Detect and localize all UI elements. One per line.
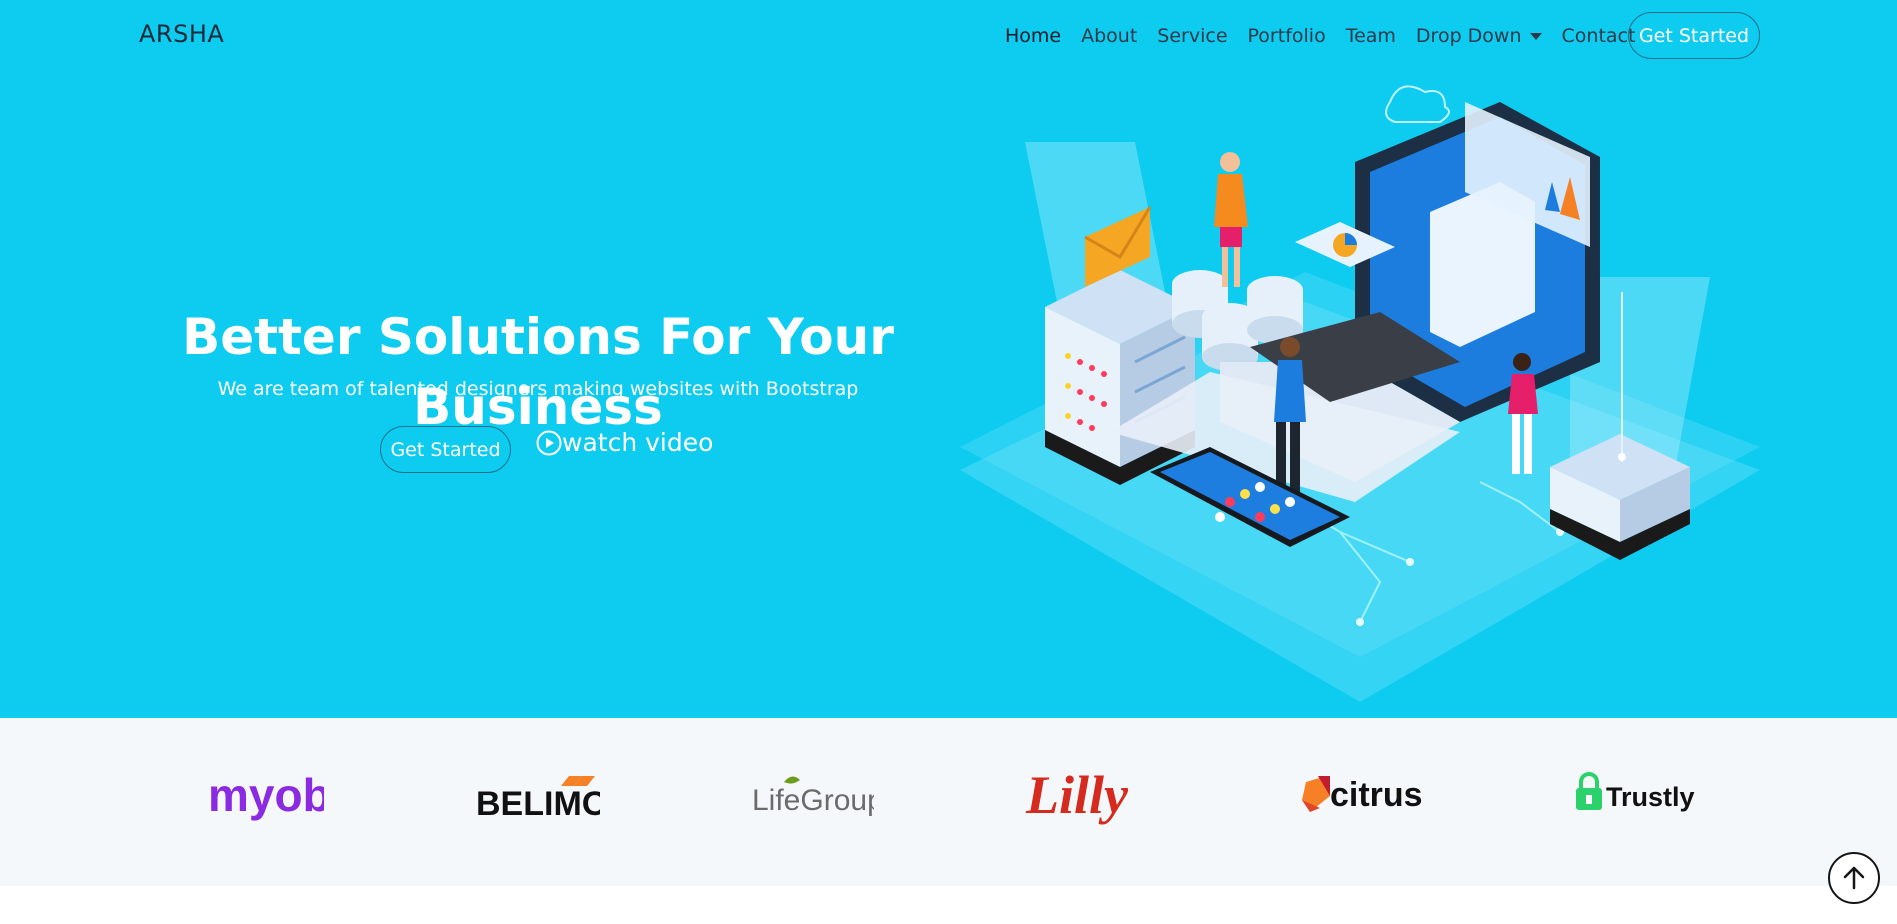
svg-text:Lilly: Lilly — [1025, 765, 1129, 825]
header-get-started-button[interactable]: Get Started — [1628, 12, 1760, 59]
nav-dropdown[interactable]: Drop Down — [1416, 25, 1542, 47]
client-logo-belimo: BELIMO — [474, 758, 600, 838]
watch-video-link[interactable]: watch video — [536, 428, 713, 457]
client-logo-myob: myob — [206, 758, 324, 838]
nav-home[interactable]: Home — [1005, 25, 1061, 47]
hero-get-started-button[interactable]: Get Started — [380, 426, 511, 473]
client-logo-citrus: citrus — [1300, 758, 1424, 838]
svg-text:citrus: citrus — [1330, 776, 1423, 814]
hero-section: ARSHA Home About Service Portfolio Team … — [0, 0, 1897, 718]
hero-illustration — [960, 85, 1760, 702]
svg-text:myob: myob — [208, 769, 324, 821]
nav-dropdown-label: Drop Down — [1415, 25, 1522, 47]
watch-video-label: watch video — [562, 428, 714, 457]
svg-text:BELIMO: BELIMO — [476, 785, 600, 823]
clients-section: myob BELIMO LifeGroups Lilly citrus — [0, 718, 1897, 886]
caret-down-icon — [1529, 32, 1542, 40]
client-logo-lifegroups: LifeGroups — [750, 758, 874, 838]
client-logo-lilly: Lilly — [1022, 758, 1150, 838]
svg-text:Trustly: Trustly — [1606, 782, 1695, 812]
play-circle-icon — [536, 430, 562, 455]
nav-contact[interactable]: Contact — [1562, 25, 1636, 47]
nav-portfolio[interactable]: Portfolio — [1248, 25, 1326, 47]
brand-logo[interactable]: ARSHA — [139, 20, 224, 48]
nav-team[interactable]: Team — [1346, 25, 1396, 47]
nav-about[interactable]: About — [1081, 25, 1137, 47]
client-logo-trustly: Trustly — [1574, 758, 1700, 838]
back-to-top-button[interactable] — [1828, 852, 1880, 904]
hero-title: Better Solutions For Your Business — [182, 308, 894, 436]
arrow-up-icon — [1843, 866, 1865, 890]
hero-subtitle: We are team of talented designers making… — [217, 378, 859, 400]
nav-service[interactable]: Service — [1157, 25, 1227, 47]
svg-text:LifeGroups: LifeGroups — [752, 784, 874, 817]
main-nav: Home About Service Portfolio Team Drop D… — [1005, 13, 1655, 59]
